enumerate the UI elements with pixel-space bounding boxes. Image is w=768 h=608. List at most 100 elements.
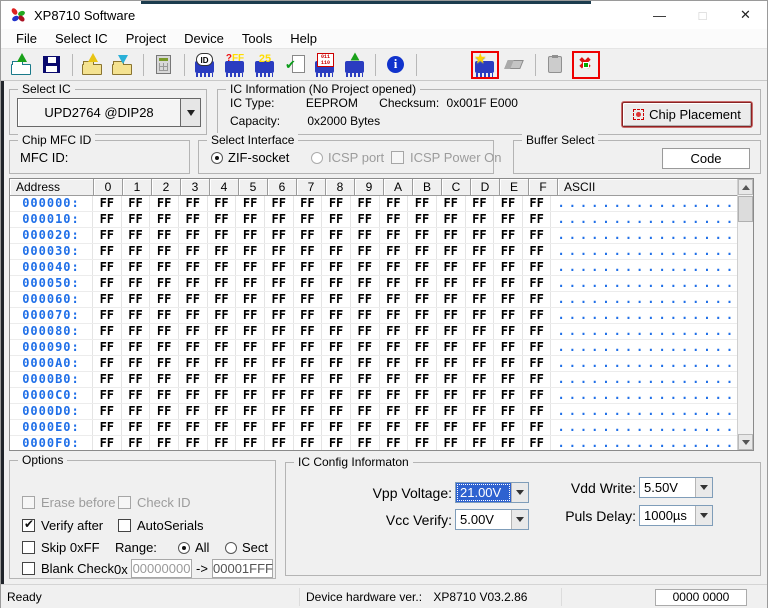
chip-expand-button[interactable]: ✖ (572, 51, 600, 79)
byte-cell[interactable]: FF (150, 308, 179, 323)
byte-cell[interactable]: FF (494, 276, 523, 291)
byte-cell[interactable]: FF (122, 340, 151, 355)
byte-cell[interactable]: FF (351, 340, 380, 355)
byte-cell[interactable]: FF (494, 244, 523, 259)
byte-cell[interactable]: FF (150, 324, 179, 339)
byte-cell[interactable]: FF (179, 388, 208, 403)
byte-cell[interactable]: FF (179, 260, 208, 275)
byte-cell[interactable]: FF (265, 404, 294, 419)
byte-cell[interactable]: FF (494, 388, 523, 403)
hex-header-cell[interactable]: 2 (152, 179, 181, 196)
byte-cell[interactable]: FF (208, 436, 237, 450)
byte-cell[interactable]: FF (208, 212, 237, 227)
byte-cell[interactable]: FF (322, 228, 351, 243)
byte-cell[interactable]: FF (408, 292, 437, 307)
hex-header-cell[interactable]: 1 (123, 179, 152, 196)
select-ic-dropdown-button[interactable] (180, 99, 200, 126)
menu-help[interactable]: Help (281, 29, 326, 48)
byte-cell[interactable]: FF (236, 260, 265, 275)
ascii-cell[interactable]: ................ (551, 292, 737, 307)
byte-cell[interactable]: FF (122, 228, 151, 243)
scroll-up-button[interactable] (738, 179, 753, 195)
hex-header-cell[interactable]: ASCII (558, 179, 753, 196)
byte-cell[interactable]: FF (523, 436, 552, 450)
byte-cell[interactable]: FF (466, 196, 495, 211)
byte-cell[interactable]: FF (351, 372, 380, 387)
byte-cell[interactable]: FF (208, 228, 237, 243)
byte-cell[interactable]: FF (494, 292, 523, 307)
hex-header-cell[interactable]: 0 (94, 179, 123, 196)
byte-cell[interactable]: FF (122, 260, 151, 275)
byte-cell[interactable]: FF (179, 276, 208, 291)
byte-cell[interactable]: FF (523, 404, 552, 419)
byte-cell[interactable]: FF (523, 324, 552, 339)
ascii-cell[interactable]: ................ (551, 244, 737, 259)
blank-check-button[interactable]: ?FF (221, 51, 249, 79)
byte-cell[interactable]: FF (236, 420, 265, 435)
vertical-scrollbar[interactable] (737, 179, 753, 450)
ascii-cell[interactable]: ................ (551, 324, 737, 339)
byte-cell[interactable]: FF (437, 292, 466, 307)
byte-cell[interactable]: FF (523, 196, 552, 211)
hex-header-cell[interactable]: 7 (297, 179, 326, 196)
byte-cell[interactable]: FF (494, 436, 523, 450)
byte-cell[interactable]: FF (322, 436, 351, 450)
byte-cell[interactable]: FF (408, 340, 437, 355)
load-buffer-button[interactable] (79, 51, 107, 79)
byte-cell[interactable]: FF (122, 292, 151, 307)
menu-file[interactable]: File (7, 29, 46, 48)
byte-cell[interactable]: FF (466, 372, 495, 387)
byte-cell[interactable]: FF (294, 356, 323, 371)
byte-cell[interactable]: FF (93, 356, 122, 371)
byte-cell[interactable]: FF (408, 404, 437, 419)
ascii-cell[interactable]: ................ (551, 276, 737, 291)
byte-cell[interactable]: FF (466, 228, 495, 243)
ascii-cell[interactable]: ................ (551, 388, 737, 403)
byte-cell[interactable]: FF (208, 292, 237, 307)
byte-cell[interactable]: FF (265, 436, 294, 450)
byte-cell[interactable]: FF (208, 388, 237, 403)
byte-cell[interactable]: FF (150, 404, 179, 419)
byte-cell[interactable]: FF (150, 356, 179, 371)
byte-cell[interactable]: FF (208, 308, 237, 323)
byte-cell[interactable]: FF (150, 260, 179, 275)
range-sect-radio[interactable]: Sect (225, 540, 268, 555)
byte-cell[interactable]: FF (523, 388, 552, 403)
byte-cell[interactable]: FF (408, 420, 437, 435)
byte-cell[interactable]: FF (93, 276, 122, 291)
byte-cell[interactable]: FF (122, 404, 151, 419)
byte-cell[interactable]: FF (494, 260, 523, 275)
byte-cell[interactable]: FF (236, 276, 265, 291)
about-info-button[interactable]: i (382, 51, 410, 79)
range-from-field[interactable]: 00000000 (131, 559, 192, 578)
byte-cell[interactable]: FF (122, 308, 151, 323)
byte-cell[interactable]: FF (466, 260, 495, 275)
byte-cell[interactable]: FF (294, 212, 323, 227)
byte-cell[interactable]: FF (93, 420, 122, 435)
byte-cell[interactable]: FF (150, 436, 179, 450)
byte-cell[interactable]: FF (322, 420, 351, 435)
byte-cell[interactable]: FF (437, 308, 466, 323)
byte-cell[interactable]: FF (380, 212, 409, 227)
byte-cell[interactable]: FF (179, 404, 208, 419)
ascii-cell[interactable]: ................ (551, 340, 737, 355)
byte-cell[interactable]: FF (437, 372, 466, 387)
hex-header-cell[interactable]: C (442, 179, 471, 196)
hex-header-cell[interactable]: 4 (210, 179, 239, 196)
byte-cell[interactable]: FF (294, 228, 323, 243)
byte-cell[interactable]: FF (437, 212, 466, 227)
skip-0xff-checkbox[interactable]: Skip 0xFF (22, 540, 100, 555)
puls-delay-combobox[interactable]: 1000µs (639, 505, 713, 526)
byte-cell[interactable]: FF (93, 212, 122, 227)
ascii-cell[interactable]: ................ (551, 420, 737, 435)
byte-cell[interactable]: FF (294, 292, 323, 307)
menu-device[interactable]: Device (175, 29, 233, 48)
byte-cell[interactable]: FF (466, 292, 495, 307)
byte-cell[interactable]: FF (437, 276, 466, 291)
byte-cell[interactable]: FF (437, 356, 466, 371)
byte-cell[interactable]: FF (236, 324, 265, 339)
byte-cell[interactable]: FF (93, 436, 122, 450)
byte-cell[interactable]: FF (322, 196, 351, 211)
byte-cell[interactable]: FF (208, 276, 237, 291)
byte-cell[interactable]: FF (466, 356, 495, 371)
